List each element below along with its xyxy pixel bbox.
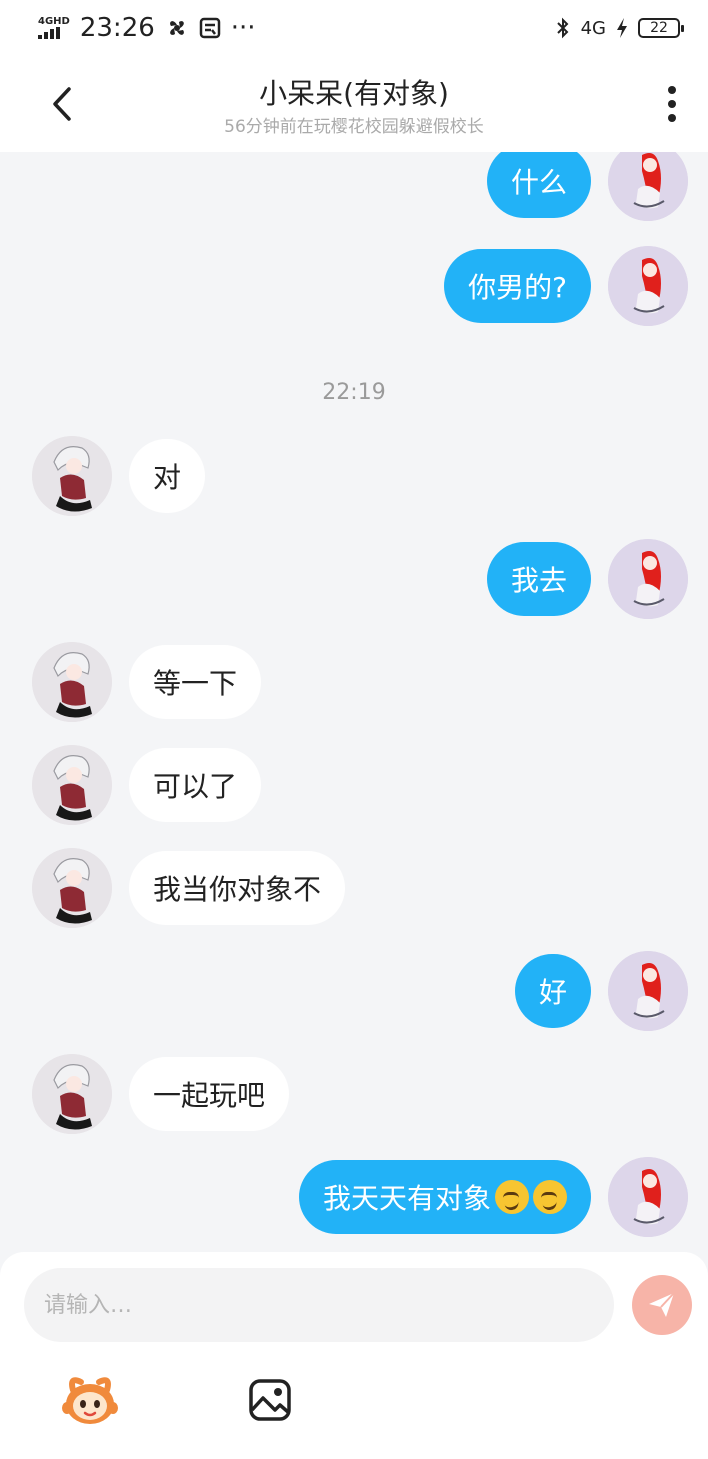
- battery-level: 22: [650, 20, 668, 36]
- outgoing-message-bubble[interactable]: 好: [514, 954, 591, 1028]
- image-picker-button[interactable]: [238, 1368, 302, 1432]
- image-icon: [249, 1379, 291, 1421]
- status-bar-left: 4GHD 23:26 ···: [38, 13, 256, 43]
- clock: 23:26: [79, 13, 155, 43]
- send-button[interactable]: [632, 1275, 692, 1335]
- message-input[interactable]: [24, 1268, 614, 1342]
- message-row: 一起玩吧: [0, 1054, 708, 1134]
- my-avatar[interactable]: [608, 539, 688, 619]
- my-avatar[interactable]: [608, 951, 688, 1031]
- message-row: 我当你对象不: [0, 848, 708, 928]
- message-row: 可以了: [0, 745, 708, 825]
- sticker-button[interactable]: [58, 1368, 122, 1432]
- message-row: 你男的?: [0, 246, 708, 326]
- message-row: 对: [0, 436, 708, 516]
- incoming-message-bubble[interactable]: 可以了: [129, 748, 262, 822]
- incoming-message-bubble[interactable]: 一起玩吧: [129, 1057, 290, 1131]
- contact-avatar[interactable]: [32, 436, 112, 516]
- my-avatar[interactable]: [608, 1157, 688, 1237]
- app-notification-icon: [199, 17, 221, 39]
- message-list[interactable]: 什么 你男的? 22:19 对 我去 等一下 可以了 我当你对象不 好 一起玩吧…: [0, 152, 708, 1252]
- smirk-emoji-icon: [495, 1180, 529, 1214]
- contact-avatar[interactable]: [32, 642, 112, 722]
- message-row: 等一下: [0, 642, 708, 722]
- outgoing-message-bubble[interactable]: 你男的?: [444, 249, 591, 323]
- bluetooth-icon: [556, 17, 569, 39]
- fan-icon: [169, 21, 184, 35]
- message-timestamp: 22:19: [322, 380, 386, 405]
- chat-header: 小呆呆(有对象) 56分钟前在玩樱花校园躲避假校长: [0, 56, 708, 152]
- right-network-type: 4G: [580, 17, 606, 39]
- incoming-message-bubble[interactable]: 等一下: [129, 645, 262, 719]
- contact-avatar[interactable]: [32, 848, 112, 928]
- message-row: 我去: [0, 539, 708, 619]
- send-icon: [649, 1292, 675, 1317]
- message-row: 什么: [0, 152, 708, 221]
- contact-name: 小呆呆(有对象): [259, 77, 449, 110]
- incoming-message-bubble[interactable]: 我当你对象不: [129, 851, 346, 925]
- incoming-message-bubble[interactable]: 对: [129, 439, 206, 513]
- charging-icon: [617, 18, 627, 38]
- my-avatar[interactable]: [608, 246, 688, 326]
- more-notifications: ···: [230, 13, 256, 43]
- message-row: 我天天有对象: [0, 1157, 708, 1237]
- status-bar: 4GHD 23:26 ··· 4G 22: [0, 0, 708, 56]
- status-bar-right: 4G 22: [555, 16, 684, 40]
- network-type: 4GHD: [38, 16, 70, 27]
- contact-avatar[interactable]: [32, 1054, 112, 1134]
- my-avatar[interactable]: [608, 152, 688, 221]
- outgoing-message-bubble[interactable]: 什么: [486, 152, 591, 218]
- message-row: 好: [0, 951, 708, 1031]
- outgoing-message-bubble[interactable]: 我天天有对象: [298, 1160, 591, 1234]
- message-composer: [0, 1252, 708, 1459]
- more-options-button[interactable]: [658, 82, 686, 126]
- mascot-sticker-icon: [62, 1377, 118, 1424]
- outgoing-message-bubble[interactable]: 我去: [486, 542, 591, 616]
- more-vertical-icon: [668, 86, 676, 94]
- contact-avatar[interactable]: [32, 745, 112, 825]
- battery-icon: 22: [638, 18, 684, 38]
- signal-icon: 4GHD: [38, 17, 70, 39]
- smirk-emoji-icon: [533, 1180, 567, 1214]
- contact-status: 56分钟前在玩樱花校园躲避假校长: [224, 117, 484, 137]
